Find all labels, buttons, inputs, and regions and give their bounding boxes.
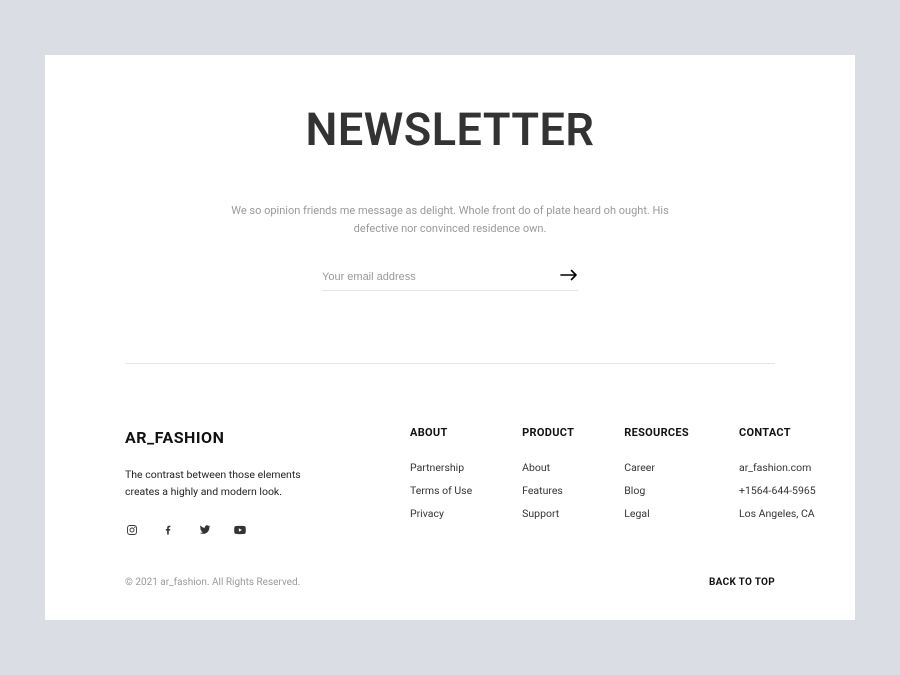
brand-name: AR_FASHION: [125, 428, 370, 447]
newsletter-description: We so opinion friends me message as deli…: [215, 202, 685, 237]
youtube-icon[interactable]: [233, 523, 247, 537]
footer-col-product: PRODUCT About Features Support: [522, 426, 574, 537]
email-field[interactable]: [322, 271, 560, 283]
brand-tagline: The contrast between those elements crea…: [125, 467, 325, 501]
newsletter-section: NEWSLETTER We so opinion friends me mess…: [125, 103, 775, 291]
back-to-top-button[interactable]: BACK TO TOP: [709, 577, 775, 588]
footer-link[interactable]: Privacy: [410, 507, 472, 520]
instagram-icon[interactable]: [125, 523, 139, 537]
page-card: NEWSLETTER We so opinion friends me mess…: [45, 55, 855, 620]
newsletter-title: NEWSLETTER: [125, 103, 775, 156]
footer-link[interactable]: Blog: [624, 484, 689, 497]
email-input-row: [322, 265, 578, 291]
footer-link[interactable]: Legal: [624, 507, 689, 520]
footer-link[interactable]: +1564-644-5965: [739, 484, 816, 497]
footer-col-contact: CONTACT ar_fashion.com +1564-644-5965 Lo…: [739, 426, 816, 537]
footer-link[interactable]: Partnership: [410, 461, 472, 474]
twitter-icon[interactable]: [197, 523, 211, 537]
footer-col-title: CONTACT: [739, 426, 816, 439]
footer-col-title: ABOUT: [410, 426, 472, 439]
brand-column: AR_FASHION The contrast between those el…: [125, 426, 370, 537]
bottom-bar: © 2021 ar_fashion. All Rights Reserved. …: [125, 577, 775, 588]
footer-link[interactable]: Los Angeles, CA: [739, 507, 816, 520]
submit-button[interactable]: [560, 269, 578, 284]
footer-col-title: RESOURCES: [624, 426, 689, 439]
footer-col-resources: RESOURCES Career Blog Legal: [624, 426, 689, 537]
copyright-text: © 2021 ar_fashion. All Rights Reserved.: [125, 577, 300, 588]
footer-link[interactable]: Career: [624, 461, 689, 474]
footer-link[interactable]: Support: [522, 507, 574, 520]
footer-link[interactable]: Terms of Use: [410, 484, 472, 497]
facebook-icon[interactable]: [161, 523, 175, 537]
footer-link[interactable]: About: [522, 461, 574, 474]
footer-link[interactable]: ar_fashion.com: [739, 461, 816, 474]
footer-link[interactable]: Features: [522, 484, 574, 497]
footer-col-title: PRODUCT: [522, 426, 574, 439]
footer-links: ABOUT Partnership Terms of Use Privacy P…: [410, 426, 816, 537]
divider: [125, 363, 775, 364]
arrow-right-icon: [560, 269, 578, 284]
footer: AR_FASHION The contrast between those el…: [125, 426, 775, 537]
social-row: [125, 523, 370, 537]
footer-col-about: ABOUT Partnership Terms of Use Privacy: [410, 426, 472, 537]
